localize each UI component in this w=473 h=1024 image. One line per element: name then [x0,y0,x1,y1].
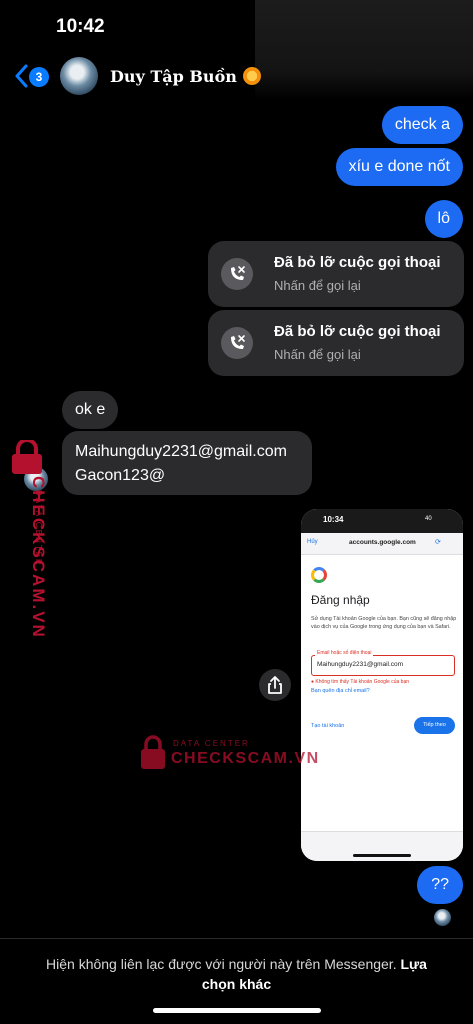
message-incoming[interactable]: Maihungduy2231@gmail.com Gacon123@ [62,431,312,495]
screenshot-create-link: Tạo tài khoản [311,723,345,729]
missed-call-subtitle: Nhấn để gọi lại [274,347,361,362]
screenshot-forgot-link: Bạn quên địa chỉ email? [311,688,370,694]
contact-name[interactable]: Duy Tập Buồn [110,67,261,86]
watermark-subtext: DATA CENTER [34,490,43,567]
missed-call-title: Đã bỏ lỡ cuộc gọi thoại [274,323,441,340]
unavailable-notice: Hiện không liên lạc được với người này t… [30,954,443,994]
screenshot-title: Đăng nhập [311,593,370,607]
divider [0,938,473,939]
message-line: Maihungduy2231@gmail.com [75,443,287,460]
back-chevron-icon[interactable] [14,64,28,88]
missed-call-title: Đã bỏ lỡ cuộc gọi thoại [274,254,441,271]
watermark-center: DATA CENTER CHECKSCAM.VN [140,735,318,775]
missed-call-subtitle: Nhấn để gọi lại [274,278,361,293]
missed-call-card[interactable]: Đã bỏ lỡ cuộc gọi thoại Nhấn để gọi lại [208,310,464,376]
screenshot-refresh-icon: ⟳ [435,539,441,546]
screenshot-status-bar: 10:34 40 [301,509,463,533]
screenshot-error-text: Không tìm thấy Tài khoản Google của bạn [315,679,410,685]
unread-badge[interactable]: 3 [29,67,49,87]
contact-avatar[interactable] [60,57,98,95]
unavailable-text: Hiện không liên lạc được với người này t… [46,956,397,972]
screenshot-error: ● Không tìm thấy Tài khoản Google của bạ… [311,679,410,685]
watermark-subtext: DATA CENTER [173,739,250,748]
screenshot-browser-bar: Hủy accounts.google.com ⟳ [301,533,463,555]
home-indicator[interactable] [153,1008,321,1013]
read-receipt-avatar [434,909,451,926]
screenshot-email-value: Maihungduy2231@gmail.com [317,661,404,668]
google-logo-icon [311,567,327,583]
contact-name-text: Duy Tập Buồn [110,67,237,86]
watermark-text: CHECKSCAM.VN [171,750,320,767]
chat-header: 3 Duy Tập Buồn [0,52,473,102]
screenshot-time: 10:34 [323,515,344,524]
screenshot-email-label: Email hoặc số điện thoại [315,650,374,656]
status-time: 10:42 [56,16,105,37]
share-button[interactable] [259,669,291,701]
screenshot-battery: 40 [425,516,432,522]
message-outgoing[interactable]: ?? [417,866,463,904]
message-incoming[interactable]: ok e [62,391,119,429]
screenshot-next-button: Tiếp theo [414,717,455,734]
message-outgoing[interactable]: xíu e done nốt [335,148,463,186]
message-outgoing[interactable]: lô [424,200,463,238]
shared-screenshot-image[interactable]: 10:34 40 Hủy accounts.google.com ⟳ Đăng … [301,509,463,861]
missed-call-icon [221,258,253,290]
screenshot-cancel: Hủy [307,539,318,545]
screenshot-description: Sử dụng Tài khoản Google của bạn. Bạn cũ… [311,616,457,630]
screenshot-email-field: Maihungduy2231@gmail.com [311,655,455,676]
share-icon [268,676,282,694]
message-outgoing[interactable]: check a [381,106,463,144]
missed-call-card[interactable]: Đã bỏ lỡ cuộc gọi thoại Nhấn để gọi lại [208,241,464,307]
missed-call-icon [221,327,253,359]
message-line: Gacon123@ [75,467,166,484]
screenshot-url: accounts.google.com [349,539,416,546]
lion-emoji-icon [242,67,261,85]
watermark-lock-icon [141,735,165,769]
watermark-lock-icon [12,440,42,474]
screenshot-home-indicator [353,854,411,857]
